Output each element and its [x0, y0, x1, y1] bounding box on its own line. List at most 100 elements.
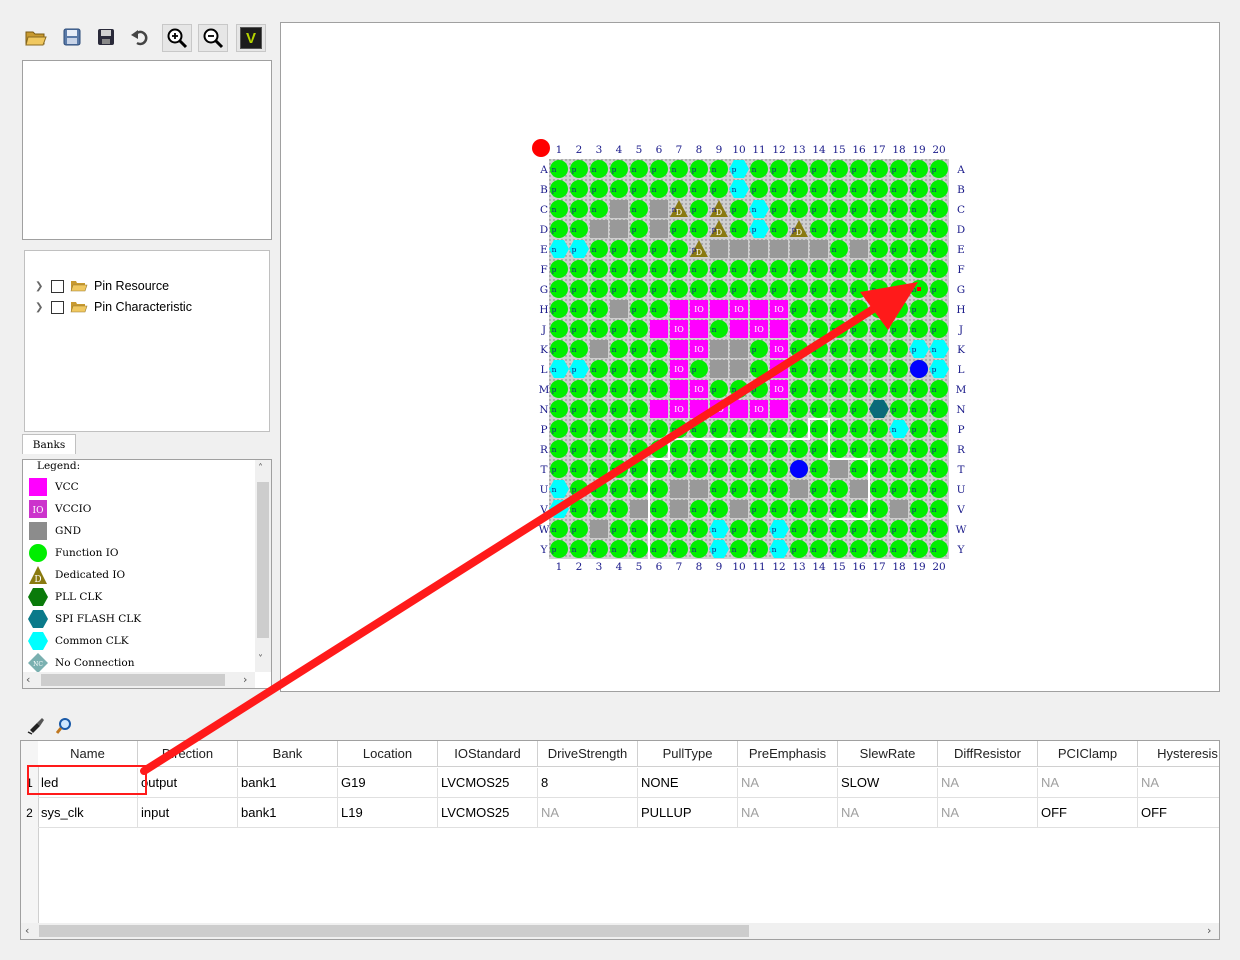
legend-hscrollbar[interactable]: ‹ › [23, 672, 255, 688]
scroll-thumb[interactable] [39, 925, 749, 937]
table-cell[interactable]: NA [1138, 768, 1219, 798]
table-cell[interactable]: NA [938, 798, 1038, 828]
clear-icon[interactable] [27, 717, 45, 735]
zoom-out-icon[interactable] [198, 24, 228, 52]
vccio-pin [710, 300, 728, 318]
table-cell[interactable]: bank1 [238, 768, 338, 798]
pin-polarity-label: p [912, 425, 917, 434]
column-header[interactable]: PullType [638, 741, 738, 767]
table-cell[interactable]: NA [538, 798, 638, 828]
column-header[interactable]: Hysteresis [1138, 741, 1219, 767]
scroll-up-arrow-icon[interactable]: ˄ [258, 463, 263, 474]
save-icon[interactable] [58, 24, 86, 50]
scroll-thumb[interactable] [41, 674, 225, 686]
table-cell[interactable]: led [38, 768, 138, 798]
checkbox[interactable] [51, 300, 64, 314]
legend-item: IO VCCIO [27, 498, 91, 520]
table-cell[interactable]: L19 [338, 798, 438, 828]
package-board-texture [549, 159, 949, 559]
pin-polarity-label: n [832, 485, 837, 494]
table-cell[interactable]: SLOW [838, 768, 938, 798]
open-folder-icon[interactable] [22, 24, 50, 50]
pin-polarity-label: p [792, 425, 797, 434]
table-cell[interactable]: OFF [1138, 798, 1219, 828]
column-label: 5 [636, 144, 643, 156]
table-cell[interactable]: G19 [338, 768, 438, 798]
table-cell[interactable]: input [138, 798, 238, 828]
table-cell[interactable]: OFF [1038, 798, 1138, 828]
pin-polarity-label: n [552, 325, 557, 334]
table-cell[interactable]: NA [838, 798, 938, 828]
table-cell[interactable]: NA [738, 798, 838, 828]
pin-polarity-label: n [632, 485, 637, 494]
table-cell[interactable]: output [138, 768, 238, 798]
column-header[interactable]: SlewRate [838, 741, 938, 767]
table-cell[interactable]: sys_clk [38, 798, 138, 828]
tab-banks[interactable]: Banks [22, 434, 76, 454]
expand-arrow-icon[interactable]: ❯ [35, 302, 47, 313]
pin-polarity-label: p [832, 545, 837, 554]
column-header[interactable]: Direction [138, 741, 238, 767]
column-header[interactable]: DiffResistor [938, 741, 1038, 767]
scroll-left-arrow-icon[interactable]: ‹ [25, 924, 29, 937]
table-cell[interactable]: LVCMOS25 [438, 768, 538, 798]
column-header[interactable]: IOStandard [438, 741, 538, 767]
pin-polarity-label: p [592, 185, 597, 194]
legend-vscrollbar[interactable]: ˄ ˅ [255, 460, 271, 672]
scroll-right-arrow-icon[interactable]: › [1207, 924, 1211, 937]
table-cell[interactable]: 8 [538, 768, 638, 798]
column-header[interactable]: Name [38, 741, 138, 767]
column-header[interactable]: PreEmphasis [738, 741, 838, 767]
pin-polarity-label: p [632, 265, 637, 274]
pin-polarity-label: n [852, 185, 857, 194]
pin-polarity-label: n [632, 405, 637, 414]
pin-polarity-label: p [892, 165, 897, 174]
table-cell[interactable]: NONE [638, 768, 738, 798]
undo-icon[interactable] [126, 24, 154, 50]
search-icon[interactable] [55, 717, 73, 735]
pin-polarity-label: p [732, 525, 737, 534]
pin-polarity-label: p [892, 245, 897, 254]
pin-polarity-label: n [732, 385, 737, 394]
scroll-right-arrow-icon[interactable]: › [243, 673, 247, 686]
table-cell[interactable]: NA [938, 768, 1038, 798]
pin-polarity-label: p [832, 185, 837, 194]
scroll-down-arrow-icon[interactable]: ˅ [258, 654, 263, 665]
scroll-left-arrow-icon[interactable]: ‹ [26, 673, 30, 686]
row-label: P [540, 424, 547, 436]
table-cell[interactable]: PULLUP [638, 798, 738, 828]
pin-polarity-label: n [892, 305, 897, 314]
pin-polarity-label: n [732, 545, 737, 554]
column-header[interactable]: Location [338, 741, 438, 767]
table-cell[interactable]: LVCMOS25 [438, 798, 538, 828]
legend-item: Function IO [27, 542, 118, 564]
pin-polarity-label: p [852, 325, 857, 334]
checkbox[interactable] [51, 279, 64, 293]
column-label: 15 [832, 144, 845, 156]
table-cell[interactable]: NA [1038, 768, 1138, 798]
expand-arrow-icon[interactable]: ❯ [35, 281, 47, 292]
column-header[interactable]: DriveStrength [538, 741, 638, 767]
legend-panel: Legend: VCC IO VCCIO GND Function IO D Dedicat… [22, 459, 272, 689]
zoom-in-icon[interactable] [162, 24, 192, 52]
gnd-pin [890, 500, 908, 518]
column-label: 3 [596, 561, 603, 573]
pin-polarity-label: n [932, 305, 937, 314]
package-diagram[interactable]: 1122334455667788991010111112121313141415… [281, 23, 1219, 691]
table-hscrollbar[interactable]: ‹ › [21, 923, 1219, 939]
column-header[interactable]: Bank [238, 741, 338, 767]
tree-item-pin-resource[interactable]: ❯ Pin Resource [35, 276, 169, 296]
pin-polarity-label: p [932, 325, 937, 334]
column-header[interactable]: PCIClamp [1038, 741, 1138, 767]
table-cell[interactable]: NA [738, 768, 838, 798]
table-cell[interactable]: bank1 [238, 798, 338, 828]
column-label: 19 [912, 144, 925, 156]
pin-polarity-label: p [932, 405, 937, 414]
validate-icon[interactable]: V [236, 24, 266, 52]
tree-item-pin-characteristic[interactable]: ❯ Pin Characteristic [35, 297, 192, 317]
scroll-thumb[interactable] [257, 482, 269, 638]
pin-polarity-label: p [612, 165, 617, 174]
pin-polarity-label: p [852, 165, 857, 174]
save-as-icon[interactable] [92, 24, 120, 50]
column-label: 14 [812, 561, 826, 573]
